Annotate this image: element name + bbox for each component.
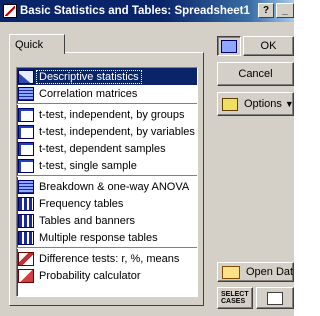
list-item-label: Tables and banners <box>39 214 136 227</box>
dropdown-arrow-icon: ▼ <box>284 99 294 109</box>
ttest-dependent-icon <box>18 141 34 156</box>
help-button[interactable]: ? <box>258 3 274 18</box>
options-label: Options <box>244 98 282 110</box>
list-separator <box>17 103 197 105</box>
multiple-response-icon <box>18 230 34 245</box>
open-data-button[interactable]: Open Data <box>217 262 294 282</box>
tab-quick[interactable]: Quick <box>9 34 65 54</box>
select-cases-button[interactable]: SELECT CASES S <box>217 287 253 309</box>
analysis-list[interactable]: Descriptive statistics Correlation matri… <box>16 67 198 297</box>
open-data-label: Open Data <box>246 266 294 278</box>
list-item-ttest-variables[interactable]: t-test, independent, by variables <box>17 123 197 140</box>
cancel-label: Cancel <box>238 68 273 80</box>
minimize-button[interactable]: _ <box>276 3 294 18</box>
dialog-window: Basic Statistics and Tables: Spreadsheet… <box>0 0 294 316</box>
list-item-label: Frequency tables <box>39 197 124 210</box>
list-item-correlation-matrices[interactable]: Correlation matrices <box>17 85 197 102</box>
descriptive-stats-icon <box>18 69 34 84</box>
list-item-probability-calculator[interactable]: Probability calculator <box>17 267 197 284</box>
list-separator <box>17 247 197 249</box>
list-item-label: t-test, independent, by variables <box>39 125 195 138</box>
weight-button[interactable] <box>256 287 294 309</box>
weight-icon <box>267 291 283 305</box>
ok-label: OK <box>260 40 277 52</box>
cancel-button[interactable]: Cancel <box>217 62 294 86</box>
difference-tests-icon <box>18 251 34 266</box>
list-separator <box>17 175 197 177</box>
list-item-tables-banners[interactable]: Tables and banners <box>17 212 197 229</box>
tab-quick-label: Quick <box>15 39 44 51</box>
window-title: Basic Statistics and Tables: Spreadsheet… <box>20 5 250 17</box>
ttest-groups-icon <box>18 107 34 122</box>
list-item-label: Multiple response tables <box>39 231 158 244</box>
anova-icon <box>18 179 34 194</box>
list-item-ttest-single[interactable]: t-test, single sample <box>17 157 197 174</box>
list-item-label: Breakdown & one-way ANOVA <box>39 180 190 193</box>
list-item-frequency-tables[interactable]: Frequency tables <box>17 195 197 212</box>
open-folder-icon <box>222 265 240 279</box>
ttest-single-icon <box>18 158 34 173</box>
select-cases-line1: SELECT <box>221 291 249 298</box>
list-item-difference-tests[interactable]: Difference tests: r, %, means <box>17 250 197 267</box>
title-bar[interactable]: Basic Statistics and Tables: Spreadsheet… <box>0 0 294 22</box>
banner-table-icon <box>18 213 34 228</box>
list-item-label: t-test, independent, by groups <box>39 108 185 121</box>
select-cases-line2: CASES <box>221 298 246 305</box>
list-item-descriptive-statistics[interactable]: Descriptive statistics <box>17 68 197 85</box>
summary-button[interactable] <box>217 36 241 56</box>
options-button[interactable]: Options ▼ <box>217 92 294 116</box>
probability-calculator-icon <box>18 268 34 283</box>
options-icon <box>222 97 238 111</box>
correlation-icon <box>18 86 34 101</box>
list-item-multiple-response[interactable]: Multiple response tables <box>17 229 197 246</box>
list-item-label: t-test, dependent samples <box>39 142 166 155</box>
list-item-label: Correlation matrices <box>39 87 138 100</box>
list-item-ttest-groups[interactable]: t-test, independent, by groups <box>17 106 197 123</box>
ttest-variables-icon <box>18 124 34 139</box>
app-icon <box>3 4 17 18</box>
spreadsheet-icon <box>221 39 237 53</box>
list-item-breakdown-anova[interactable]: Breakdown & one-way ANOVA <box>17 178 197 195</box>
list-item-label: t-test, single sample <box>39 159 137 172</box>
list-item-ttest-dependent[interactable]: t-test, dependent samples <box>17 140 197 157</box>
ok-button[interactable]: OK <box>243 36 294 56</box>
frequency-table-icon <box>18 196 34 211</box>
select-cases-label: SELECT CASES <box>221 291 249 305</box>
list-item-label: Probability calculator <box>39 269 141 282</box>
list-item-label: Descriptive statistics <box>36 69 142 84</box>
list-item-label: Difference tests: r, %, means <box>39 252 180 265</box>
